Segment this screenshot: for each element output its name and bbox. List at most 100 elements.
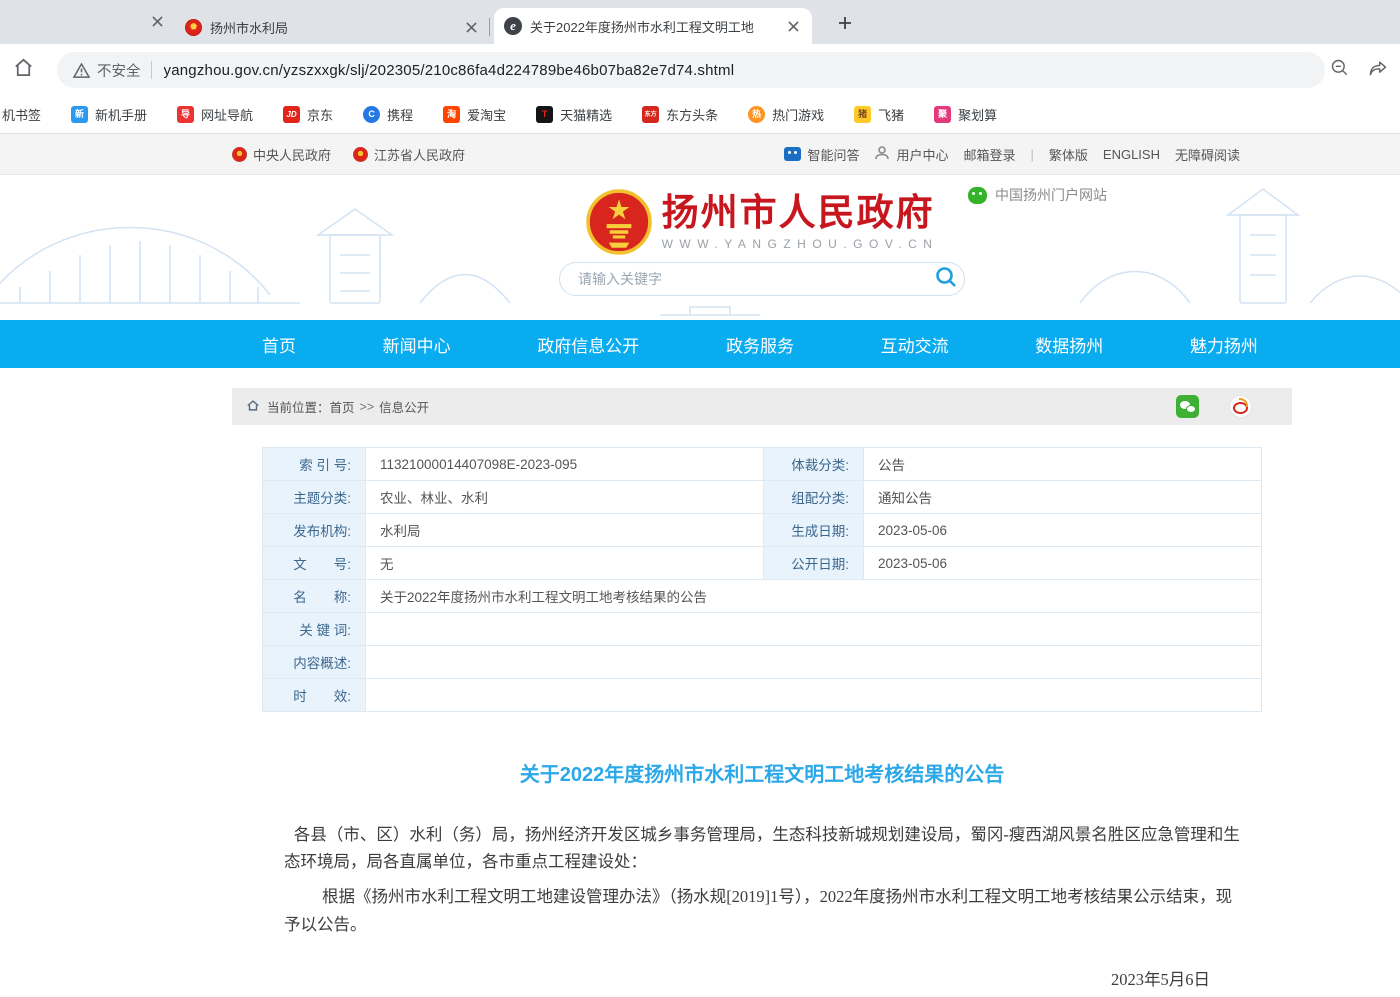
site-search-bar [559, 262, 965, 296]
close-tab-icon[interactable] [784, 17, 802, 35]
taobao-icon: 淘 [443, 106, 460, 123]
bookmark-label: 新机手册 [95, 105, 147, 124]
tab-title: 关于2022年度扬州市水利工程文明工地 [530, 17, 776, 36]
bookmark-site-nav[interactable]: 导 网址导航 [177, 105, 253, 124]
nav-gov-info-disclosure[interactable]: 政府信息公开 [537, 332, 639, 357]
meta-value: 公告 [864, 448, 1262, 481]
main-navigation: 首页 新闻中心 政府信息公开 政务服务 互动交流 数据扬州 魅力扬州 [0, 320, 1400, 368]
bookmark-eastday[interactable]: 东方 东方头条 [642, 105, 718, 124]
site-utility-bar: 中央人民政府 江苏省人民政府 智能问答 用户中心 邮箱登录 | 繁体版 [0, 134, 1400, 175]
divider: | [1031, 147, 1034, 162]
nav-data-yangzhou[interactable]: 数据扬州 [1035, 332, 1103, 357]
emblem-favicon-icon [185, 19, 202, 36]
breadcrumb: 当前位置： 首页 >> 信息公开 [232, 388, 1292, 425]
bookmark-juhuasuan[interactable]: 聚 聚划算 [934, 105, 997, 124]
share-icon[interactable] [1368, 58, 1388, 83]
nav-charming-yangzhou[interactable]: 魅力扬州 [1190, 332, 1258, 357]
tab-title: 扬州市水利局 [210, 18, 454, 37]
meta-label: 主题分类: [263, 481, 366, 514]
table-row: 主题分类: 农业、林业、水利 组配分类: 通知公告 [263, 481, 1262, 514]
smart-qa-link[interactable]: 智能问答 [784, 145, 859, 164]
english-version-link[interactable]: ENGLISH [1103, 147, 1160, 162]
meta-label: 发布机构: [263, 514, 366, 547]
gov-link-label: 江苏省人民政府 [374, 145, 465, 164]
portal-wechat-link[interactable]: 中国扬州门户网站 [968, 185, 1107, 205]
wechat-share-icon[interactable] [1176, 395, 1199, 418]
search-input[interactable] [578, 271, 934, 287]
security-label[interactable]: 不安全 [97, 60, 141, 81]
table-row: 时 效: [263, 679, 1262, 712]
tab-water-bureau[interactable]: 扬州市水利局 [175, 10, 490, 44]
address-bar[interactable]: 不安全 yangzhou.gov.cn/yzszxxgk/slj/202305/… [57, 52, 1325, 88]
zoom-out-icon[interactable] [1330, 58, 1350, 83]
site-nav-icon: 导 [177, 106, 194, 123]
meta-value [366, 679, 1262, 712]
site-url-caption: WWW.YANGZHOU.GOV.CN [662, 237, 939, 251]
bookmark-hot-games[interactable]: 热 热门游戏 [748, 105, 824, 124]
bookmark-ctrip[interactable]: C 携程 [363, 105, 413, 124]
site-logo[interactable]: 扬州市人民政府 WWW.YANGZHOU.GOV.CN [232, 189, 1292, 255]
nav-gov-services[interactable]: 政务服务 [726, 332, 794, 357]
article-body: 各县（市、区）水利（务）局，扬州经济开发区城乡事务管理局，生态科技新城规划建设局… [262, 821, 1262, 997]
gov-link-label: 中央人民政府 [253, 145, 331, 164]
meta-label: 索 引 号: [263, 448, 366, 481]
bookmark-phone-marks[interactable]: 机书签 [2, 105, 41, 124]
breadcrumb-separator: >> [360, 400, 375, 414]
close-tab-icon[interactable] [148, 12, 166, 30]
search-icon[interactable] [934, 265, 958, 294]
meta-label: 生成日期: [764, 514, 864, 547]
nav-news-center[interactable]: 新闻中心 [383, 332, 451, 357]
meta-label: 内容概述: [263, 646, 366, 679]
ctrip-dolphin-icon: C [363, 106, 380, 123]
meta-value: 2023-05-06 [864, 514, 1262, 547]
meta-value: 2023-05-06 [864, 547, 1262, 580]
meta-value: 农业、林业、水利 [366, 481, 764, 514]
mail-login-link[interactable]: 邮箱登录 [963, 145, 1015, 164]
close-tab-icon[interactable] [462, 18, 480, 36]
bookmark-tmall[interactable]: T 天猫精选 [536, 105, 612, 124]
breadcrumb-prefix: 当前位置： [267, 397, 330, 416]
meta-value: 关于2022年度扬州市水利工程文明工地考核结果的公告 [366, 580, 1262, 613]
meta-label: 时 效: [263, 679, 366, 712]
meta-value: 11321000014407098E-2023-095 [366, 448, 764, 481]
meta-label: 组配分类: [764, 481, 864, 514]
table-row: 文 号: 无 公开日期: 2023-05-06 [263, 547, 1262, 580]
english-label: ENGLISH [1103, 147, 1160, 162]
home-icon[interactable] [12, 56, 35, 84]
portal-label: 中国扬州门户网站 [995, 185, 1107, 205]
table-row: 名 称: 关于2022年度扬州市水利工程文明工地考核结果的公告 [263, 580, 1262, 613]
traditional-version-link[interactable]: 繁体版 [1049, 145, 1088, 164]
article-date: 2023年5月6日 [284, 966, 1240, 993]
article-paragraph: 各县（市、区）水利（务）局，扬州经济开发区城乡事务管理局，生态科技新城规划建设局… [284, 821, 1240, 875]
emblem-icon [232, 147, 247, 162]
nav-interaction[interactable]: 互动交流 [881, 332, 949, 357]
jiangsu-gov-link[interactable]: 江苏省人民政府 [353, 145, 465, 164]
central-gov-link[interactable]: 中央人民政府 [232, 145, 331, 164]
mail-login-label: 邮箱登录 [963, 145, 1015, 164]
accessibility-link[interactable]: 无障碍阅读 [1175, 145, 1240, 164]
url-text[interactable]: yangzhou.gov.cn/yzszxxgk/slj/202305/210c… [164, 62, 735, 79]
bookmark-label: 聚划算 [958, 105, 997, 124]
breadcrumb-current[interactable]: 信息公开 [379, 397, 429, 416]
weibo-share-icon[interactable] [1229, 395, 1252, 418]
bookmark-label: 东方头条 [666, 105, 718, 124]
accessibility-label: 无障碍阅读 [1175, 145, 1240, 164]
nav-home[interactable]: 首页 [262, 332, 296, 357]
user-center-link[interactable]: 用户中心 [874, 145, 948, 164]
bookmark-aitaobao[interactable]: 淘 爱淘宝 [443, 105, 506, 124]
bookmark-new-phone-manual[interactable]: 新 新机手册 [71, 105, 147, 124]
bookmark-jd[interactable]: JD 京东 [283, 105, 333, 124]
bookmark-fliggy[interactable]: 猪 飞猪 [854, 105, 904, 124]
table-row: 内容概述: [263, 646, 1262, 679]
breadcrumb-home-icon [246, 399, 267, 415]
browser-tab-strip: 扬州市水利局 e 关于2022年度扬州市水利工程文明工地 [0, 0, 1400, 44]
tab-active-announcement[interactable]: e 关于2022年度扬州市水利工程文明工地 [494, 8, 812, 44]
new-tab-icon[interactable] [833, 11, 857, 35]
meta-label: 关 键 词: [263, 613, 366, 646]
bookmark-label: 京东 [307, 105, 333, 124]
table-row: 索 引 号: 11321000014407098E-2023-095 体裁分类:… [263, 448, 1262, 481]
article-paragraph: 根据《扬州市水利工程文明工地建设管理办法》（扬水规[2019]1号），2022年… [284, 883, 1240, 937]
breadcrumb-home-link[interactable]: 首页 [330, 397, 355, 416]
meta-label: 名 称: [263, 580, 366, 613]
meta-value: 水利局 [366, 514, 764, 547]
